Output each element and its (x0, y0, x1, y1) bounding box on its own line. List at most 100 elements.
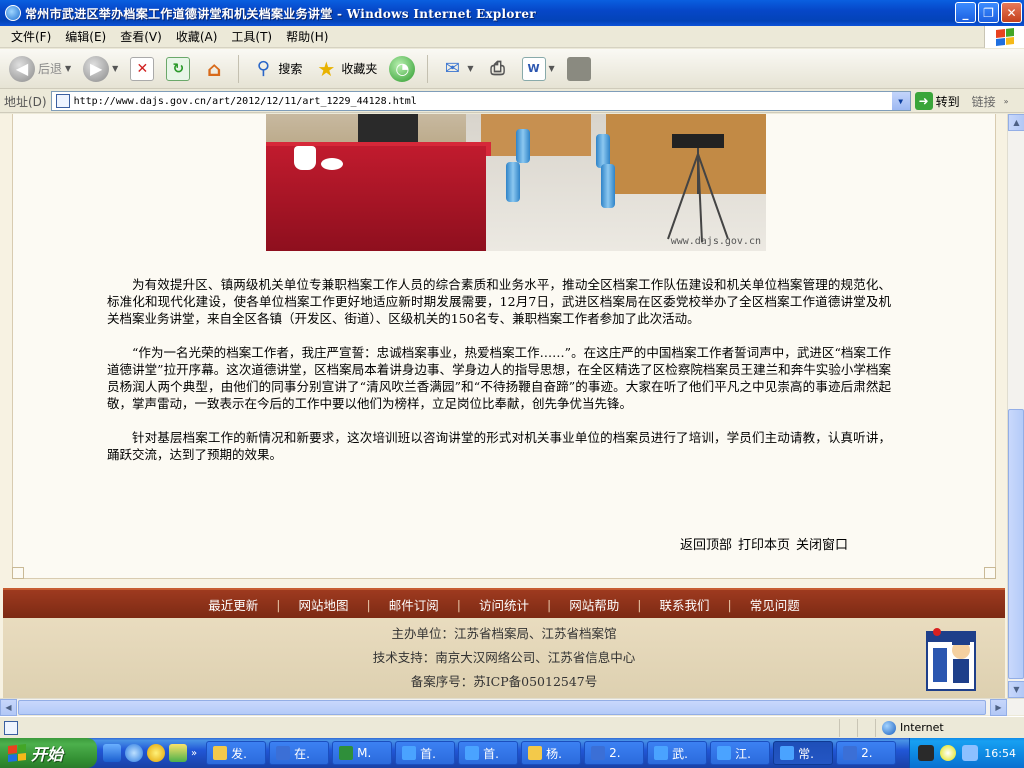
scroll-left-icon[interactable]: ◀ (0, 699, 17, 716)
footer-info: 主办单位：江苏省档案局、江苏省档案馆 技术支持：南京大汉网络公司、江苏省信息中心… (3, 618, 1005, 698)
clock[interactable]: 16:54 (984, 747, 1016, 760)
history-button[interactable]: ◔ (386, 53, 418, 85)
taskbar-task-button[interactable]: 2. (584, 741, 645, 765)
close-window-link[interactable]: 关闭窗口 (796, 534, 848, 553)
stop-button[interactable]: ✕ (127, 53, 157, 85)
keyboard-icon[interactable] (918, 745, 935, 761)
media-icon[interactable] (147, 744, 165, 762)
chevron-down-icon[interactable]: ▼ (891, 92, 910, 110)
task-label: 2. (861, 746, 873, 760)
system-tray: 16:54 (909, 738, 1024, 768)
ie-icon (717, 746, 732, 760)
word-icon (843, 746, 858, 760)
forward-button[interactable]: ▶ ▼ (80, 53, 121, 85)
photo-watermark: www.dajs.gov.cn (670, 236, 761, 247)
chevron-down-icon[interactable]: ▼ (467, 64, 473, 73)
article-paragraph: 针对基层档案工作的新情况和新要求，这次培训班以咨询讲堂的形式对机关事业单位的档案… (107, 430, 891, 462)
toolbar-divider (238, 54, 240, 83)
menu-help[interactable]: 帮助(H) (279, 27, 335, 47)
chevron-right-icon[interactable]: » (191, 748, 197, 759)
task-list: 发. 在. M. 首. 首. 杨. 2. 武. 江. 常. 2. (203, 741, 897, 765)
footer-link-contact[interactable]: 联系我们 (641, 595, 727, 614)
taskbar-task-button[interactable]: 武. (647, 741, 708, 765)
footer-link-sitemap[interactable]: 网站地图 (281, 595, 367, 614)
start-label: 开始 (31, 745, 64, 764)
taskbar-task-button[interactable]: 发. (206, 741, 267, 765)
printer-icon: ⎙ (490, 58, 505, 79)
chevron-right-icon[interactable]: » (1004, 97, 1009, 106)
security-zone[interactable]: Internet (876, 720, 944, 735)
mail-button[interactable]: ✉ ▼ (437, 53, 476, 85)
show-desktop-icon[interactable] (103, 744, 121, 762)
back-to-top-link[interactable]: 返回顶部 (680, 534, 732, 553)
ie-icon (654, 746, 669, 760)
minimize-button[interactable]: _ (955, 2, 976, 23)
scroll-up-icon[interactable]: ▲ (1008, 114, 1024, 131)
favorites-button[interactable]: ★ 收藏夹 (311, 53, 380, 85)
taskbar-task-button[interactable]: 杨. (521, 741, 582, 765)
print-button[interactable]: ⎙ (483, 53, 513, 85)
home-button[interactable]: ⌂ (199, 53, 229, 85)
taskbar-task-button[interactable]: 首. (458, 741, 519, 765)
menu-tools[interactable]: 工具(T) (224, 27, 279, 47)
go-arrow-icon: ➜ (914, 92, 933, 110)
folder-icon (528, 746, 543, 760)
start-button[interactable]: 开始 (0, 738, 97, 768)
vertical-scrollbar[interactable]: ▲ ▼ (1007, 114, 1024, 698)
chevron-down-icon[interactable]: ▼ (112, 64, 118, 73)
edit-button[interactable]: W ▼ (519, 53, 558, 85)
app-icon[interactable] (169, 744, 187, 762)
close-button[interactable]: ✕ (1001, 2, 1022, 23)
police-mascot-icon[interactable] (919, 626, 983, 694)
footer-link-help[interactable]: 网站帮助 (551, 595, 637, 614)
word-icon (591, 746, 606, 760)
discuss-button[interactable] (564, 53, 594, 85)
maximize-button[interactable]: ❐ (978, 2, 999, 23)
taskbar-task-button[interactable]: 江. (710, 741, 771, 765)
go-button[interactable]: ➜ 转到 (914, 92, 960, 110)
volume-icon[interactable] (962, 745, 979, 761)
star-icon: ★ (317, 56, 336, 81)
taskbar-task-button[interactable]: 常. (773, 741, 834, 765)
menu-edit[interactable]: 编辑(E) (58, 27, 113, 47)
footer-link-stats[interactable]: 访问统计 (461, 595, 547, 614)
window-controls: _ ❐ ✕ (955, 2, 1022, 23)
frame-corner-ornament (12, 567, 24, 579)
menu-favorites[interactable]: 收藏(A) (169, 27, 225, 47)
taskbar: 开始 » 发. 在. M. 首. 首. 杨. 2. 武. 江. 常. 2. 16:54 (0, 738, 1024, 768)
task-label: 江. (735, 746, 751, 761)
back-arrow-icon: ◀ (9, 55, 35, 82)
status-bar: Internet (0, 716, 1024, 738)
search-button[interactable]: ⚲ 搜索 (248, 53, 305, 85)
qq-icon[interactable] (940, 745, 957, 761)
page-viewport: www.dajs.gov.cn 为有效提升区、镇两级机关单位专兼职档案工作人员的… (0, 114, 1024, 698)
back-button[interactable]: ◀ 后退 ▼ (6, 53, 74, 85)
horizontal-scrollbar[interactable]: ◀ ▶ (0, 698, 1024, 716)
footer-nav: 最近更新 | 网站地图 | 邮件订阅 | 访问统计 | 网站帮助 | 联系我们 … (3, 588, 1005, 618)
menu-file[interactable]: 文件(F) (4, 27, 58, 47)
projector-tripod-icon (667, 134, 729, 243)
refresh-button[interactable]: ↻ (163, 53, 193, 85)
footer-icp[interactable]: 备案序号：苏ICP备05012547号 (3, 670, 1005, 694)
footer-link-faq[interactable]: 常见问题 (732, 595, 818, 614)
chevron-down-icon[interactable]: ▼ (549, 64, 555, 73)
menu-view[interactable]: 查看(V) (113, 27, 169, 47)
scrollbar-thumb[interactable] (18, 700, 986, 715)
scrollbar-thumb[interactable] (1008, 409, 1024, 679)
chevron-down-icon[interactable]: ▼ (65, 64, 71, 73)
links-button[interactable]: 链接 (972, 93, 996, 110)
scroll-down-icon[interactable]: ▼ (1008, 681, 1024, 698)
print-page-link[interactable]: 打印本页 (738, 534, 790, 553)
address-input[interactable]: http://www.dajs.gov.cn/art/2012/12/11/ar… (50, 91, 911, 111)
address-url[interactable]: http://www.dajs.gov.cn/art/2012/12/11/ar… (74, 96, 417, 107)
scroll-right-icon[interactable]: ▶ (990, 699, 1007, 716)
footer-link-subscribe[interactable]: 邮件订阅 (371, 595, 457, 614)
footer-link-recent[interactable]: 最近更新 (190, 595, 276, 614)
taskbar-task-button[interactable]: 2. (836, 741, 897, 765)
discuss-icon (566, 56, 591, 81)
taskbar-task-button[interactable]: 在. (269, 741, 330, 765)
taskbar-task-button[interactable]: 首. (395, 741, 456, 765)
ie-icon[interactable] (125, 744, 143, 762)
favorites-label: 收藏夹 (341, 62, 378, 76)
taskbar-task-button[interactable]: M. (332, 741, 393, 765)
